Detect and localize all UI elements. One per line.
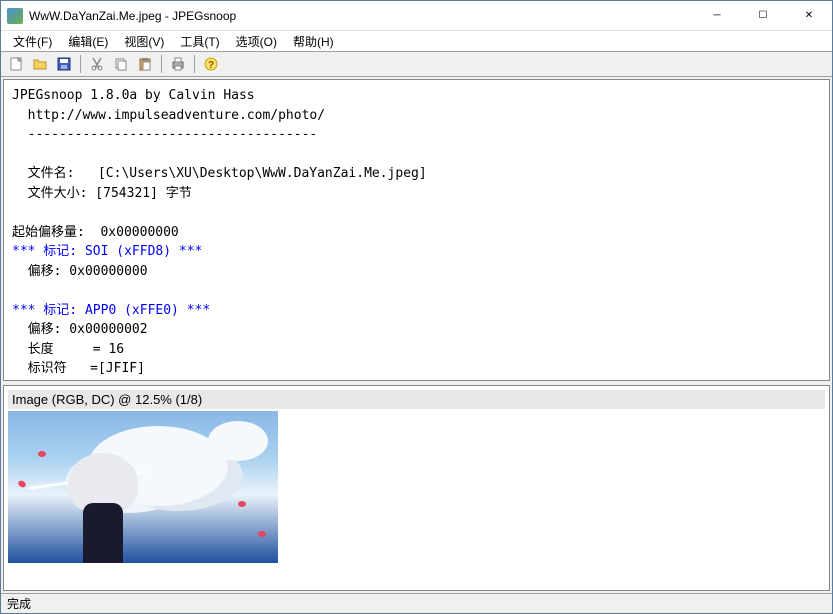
blank-line <box>12 145 821 165</box>
start-offset-line: 起始偏移量: 0x00000000 <box>12 223 821 243</box>
menu-view[interactable]: 视图(V) <box>116 31 172 52</box>
toolbar-separator <box>161 55 162 73</box>
maximize-button[interactable]: ☐ <box>740 1 786 31</box>
analysis-text-panel[interactable]: JPEGsnoop 1.8.0a by Calvin Hass http://w… <box>3 79 830 381</box>
menu-edit[interactable]: 编辑(E) <box>60 31 116 52</box>
window-title: WwW.DaYanZai.Me.jpeg - JPEGsnoop <box>29 9 694 23</box>
save-file-icon[interactable] <box>53 53 75 75</box>
toolbar-separator <box>80 55 81 73</box>
image-preview-panel[interactable]: Image (RGB, DC) @ 12.5% (1/8) <box>3 385 830 591</box>
app0-length: 长度 = 16 <box>12 340 821 360</box>
blank-line <box>12 203 821 223</box>
soi-offset: 偏移: 0x00000000 <box>12 262 821 282</box>
status-text: 完成 <box>7 595 31 612</box>
print-icon[interactable] <box>167 53 189 75</box>
new-file-icon[interactable] <box>5 53 27 75</box>
menu-file[interactable]: 文件(F) <box>5 31 60 52</box>
app0-identifier: 标识符 =[JFIF] <box>12 359 821 379</box>
filename-line: 文件名: [C:\Users\XU\Desktop\WwW.DaYanZai.M… <box>12 164 821 184</box>
image-caption: Image (RGB, DC) @ 12.5% (1/8) <box>8 390 825 409</box>
report-url: http://www.impulseadventure.com/photo/ <box>12 106 821 126</box>
menu-options[interactable]: 选项(O) <box>228 31 285 52</box>
cut-icon[interactable] <box>86 53 108 75</box>
filesize-line: 文件大小: [754321] 字节 <box>12 184 821 204</box>
paste-icon[interactable] <box>134 53 156 75</box>
report-separator: ------------------------------------- <box>12 125 821 145</box>
menu-tools[interactable]: 工具(T) <box>172 31 227 52</box>
app0-offset: 偏移: 0x00000002 <box>12 320 821 340</box>
copy-icon[interactable] <box>110 53 132 75</box>
blank-line <box>12 281 821 301</box>
decoded-image-preview <box>8 411 278 563</box>
help-icon[interactable]: ? <box>200 53 222 75</box>
app-icon <box>7 8 23 24</box>
report-header: JPEGsnoop 1.8.0a by Calvin Hass <box>12 86 821 106</box>
toolbar: ? <box>1 51 832 77</box>
marker-soi: *** 标记: SOI (xFFD8) *** <box>12 242 821 262</box>
toolbar-separator <box>194 55 195 73</box>
marker-app0: *** 标记: APP0 (xFFE0) *** <box>12 301 821 321</box>
close-button[interactable]: ✕ <box>786 1 832 31</box>
menubar: 文件(F) 编辑(E) 视图(V) 工具(T) 选项(O) 帮助(H) <box>1 31 832 51</box>
content-area: JPEGsnoop 1.8.0a by Calvin Hass http://w… <box>1 77 832 593</box>
window-controls: ─ ☐ ✕ <box>694 1 832 31</box>
statusbar: 完成 <box>1 593 832 613</box>
titlebar: WwW.DaYanZai.Me.jpeg - JPEGsnoop ─ ☐ ✕ <box>1 1 832 31</box>
svg-text:?: ? <box>208 60 214 71</box>
open-file-icon[interactable] <box>29 53 51 75</box>
minimize-button[interactable]: ─ <box>694 1 740 31</box>
menu-help[interactable]: 帮助(H) <box>285 31 342 52</box>
